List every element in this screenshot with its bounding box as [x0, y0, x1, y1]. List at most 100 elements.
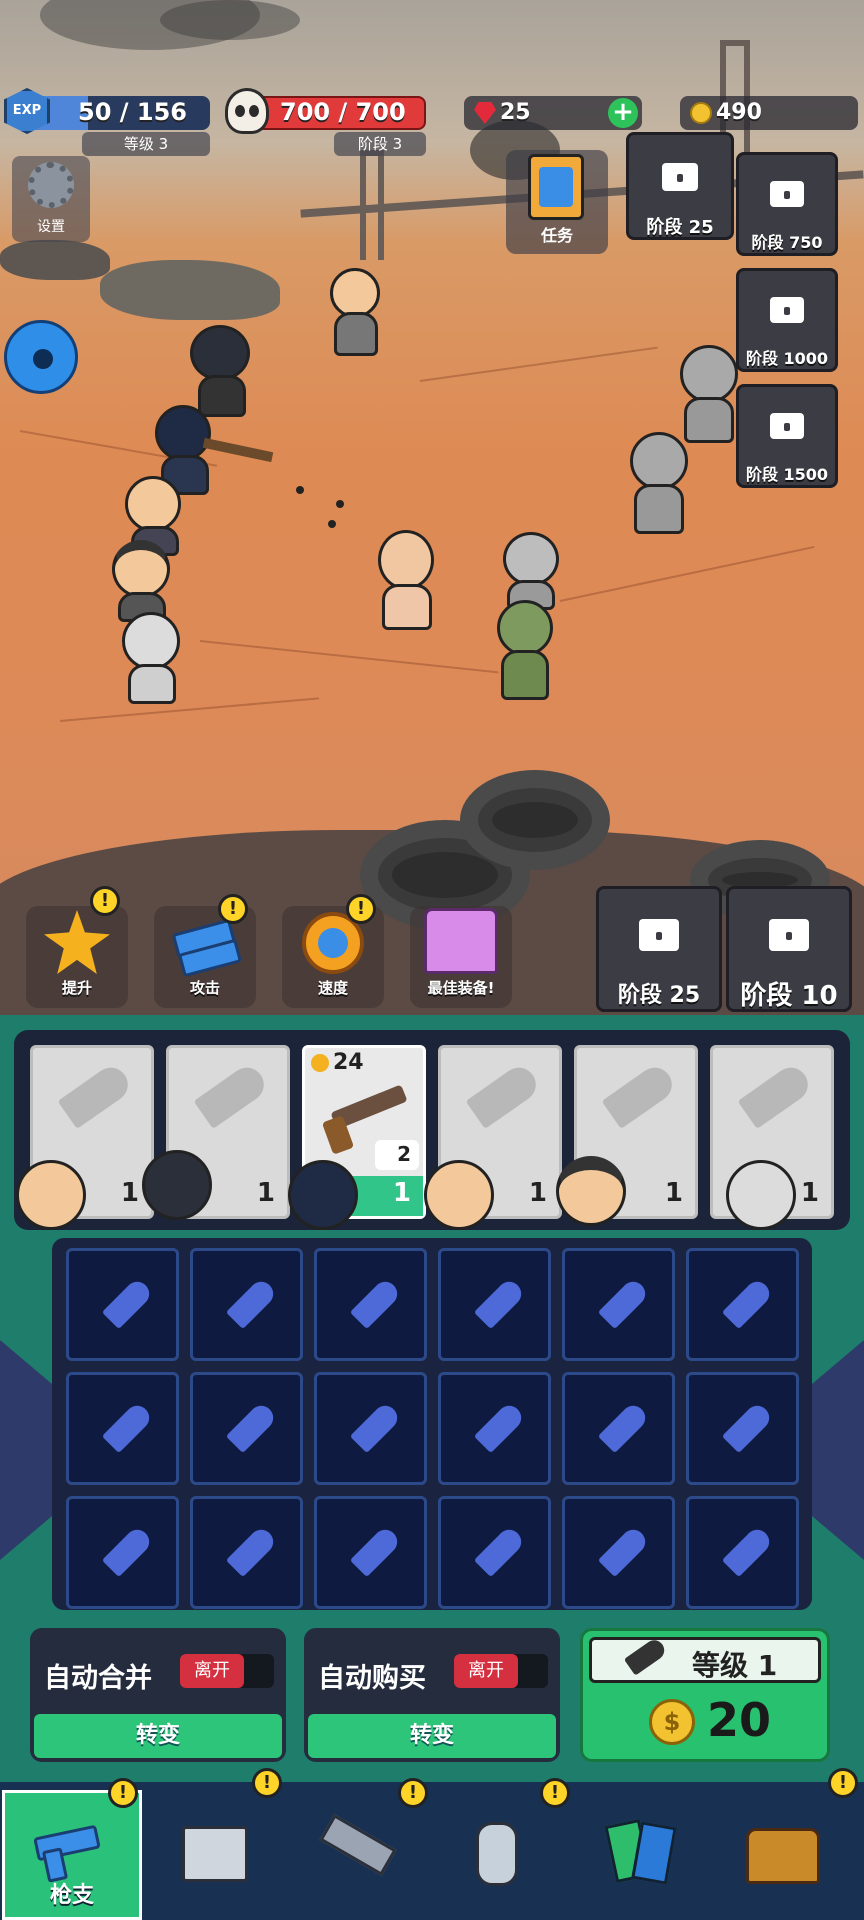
- bullet-trail: [296, 486, 304, 494]
- nav-workshop[interactable]: [144, 1790, 284, 1920]
- nav-guns-alert-icon: !: [108, 1778, 138, 1808]
- buy-level-plate: 等级 1: [589, 1636, 821, 1683]
- eye-icon: [33, 349, 53, 369]
- avatar-beret: [556, 1156, 626, 1226]
- merge-cell[interactable]: [190, 1372, 303, 1485]
- merge-cell[interactable]: [438, 1496, 551, 1609]
- lock-icon: [769, 919, 809, 951]
- wreck-car: [100, 260, 280, 320]
- locked-stage-25-top[interactable]: 阶段 25: [626, 132, 734, 240]
- workbench-icon: [182, 1826, 248, 1882]
- merge-cell[interactable]: [438, 1372, 551, 1485]
- nav-guns[interactable]: 枪支: [2, 1790, 142, 1920]
- locked-stage-25-bottom[interactable]: 阶段 25: [596, 886, 722, 1012]
- merge-cell[interactable]: [562, 1372, 675, 1485]
- buy-weapon-button[interactable]: 等级 1 $ 20: [580, 1628, 830, 1762]
- nav-satellite[interactable]: [286, 1790, 426, 1920]
- coin-icon: $: [649, 1699, 695, 1745]
- upgrade-button[interactable]: 提升: [26, 906, 128, 1008]
- chest-icon: [746, 1828, 820, 1884]
- merge-cell[interactable]: [314, 1496, 427, 1609]
- merge-cell[interactable]: [562, 1248, 675, 1361]
- checklist-icon: [528, 154, 584, 220]
- gem-value: 25: [500, 100, 531, 125]
- bullet-icon: [193, 1060, 271, 1130]
- merge-cell[interactable]: [686, 1496, 799, 1609]
- auto-merge-toggle[interactable]: 离开: [180, 1654, 274, 1688]
- buy-level: 等级 1: [692, 1649, 778, 1682]
- bullet-trail: [328, 520, 336, 528]
- nav-guns-label: 枪支: [49, 1883, 94, 1908]
- nav-dogtags-alert-icon: !: [540, 1778, 570, 1808]
- merge-cell[interactable]: [66, 1372, 179, 1485]
- bullet-trail: [336, 500, 344, 508]
- settings-label: 设置: [37, 219, 65, 235]
- weapon-level-badge: 2: [375, 1140, 419, 1170]
- bullet-icon: [737, 1060, 815, 1130]
- tasks-label: 任务: [540, 226, 573, 245]
- merge-cell[interactable]: [686, 1248, 799, 1361]
- nav-chest[interactable]: [712, 1790, 852, 1920]
- nav-cards[interactable]: [570, 1790, 710, 1920]
- auto-merge-switch-button[interactable]: 转变: [34, 1714, 282, 1758]
- ground-crack: [59, 697, 320, 722]
- lock-icon: [770, 181, 804, 207]
- add-gems-button[interactable]: +: [608, 98, 638, 128]
- merge-cell[interactable]: [562, 1496, 675, 1609]
- merge-cell[interactable]: [66, 1248, 179, 1361]
- merge-cell[interactable]: [314, 1372, 427, 1485]
- bullet-icon: [601, 1060, 679, 1130]
- best-gear-button[interactable]: 最佳装备!: [410, 906, 512, 1008]
- merge-cell[interactable]: [314, 1248, 427, 1361]
- speed-alert-icon: !: [346, 894, 376, 924]
- hp-value: 700 / 700: [280, 98, 406, 126]
- avatar-swat: [142, 1150, 212, 1220]
- merge-cell[interactable]: [438, 1248, 551, 1361]
- lock-icon: [770, 413, 804, 439]
- treasure-chest-icon: [424, 908, 498, 974]
- stage-label: 阶段 3: [334, 132, 426, 156]
- locked-stage-1000[interactable]: 阶段 1000: [736, 268, 838, 372]
- weapon-power: 24: [333, 1050, 364, 1075]
- attack-alert-icon: !: [218, 894, 248, 924]
- ground-crack: [559, 545, 815, 602]
- avatar-camo: [726, 1160, 796, 1230]
- locked-stage-1500[interactable]: 阶段 1500: [736, 384, 838, 488]
- locked-stage-10[interactable]: 阶段 10: [726, 886, 852, 1012]
- merge-cell[interactable]: [190, 1248, 303, 1361]
- lock-icon: [639, 919, 679, 951]
- nav-dogtags[interactable]: [428, 1790, 568, 1920]
- power-icon: [311, 1054, 329, 1072]
- avatar-agent: [16, 1160, 86, 1230]
- nav-satellite-alert-icon: !: [398, 1778, 428, 1808]
- tasks-button[interactable]: 任务: [506, 150, 608, 254]
- debris: [0, 240, 110, 280]
- auto-buy-toggle[interactable]: 离开: [454, 1654, 548, 1688]
- locked-stage-750[interactable]: 阶段 750: [736, 152, 838, 256]
- ground-crack: [419, 346, 658, 382]
- nav-workshop-alert-icon: !: [252, 1768, 282, 1798]
- merge-cell[interactable]: [66, 1496, 179, 1609]
- auto-merge-label: 自动合并: [44, 1663, 152, 1694]
- tire: [460, 770, 610, 870]
- merge-cell[interactable]: [190, 1496, 303, 1609]
- merge-cell[interactable]: [686, 1372, 799, 1485]
- avatar-nightvision: [424, 1160, 494, 1230]
- lock-icon: [770, 297, 804, 323]
- exp-value: 50 / 156: [78, 98, 187, 126]
- auto-buy-panel: 自动购买 离开 转变: [304, 1628, 560, 1762]
- auto-merge-panel: 自动合并 离开 转变: [30, 1628, 286, 1762]
- nav-chest-alert-icon: !: [828, 1768, 858, 1798]
- avatar-gunner: [288, 1160, 358, 1230]
- smoke-cloud: [160, 0, 300, 40]
- coin-value: 490: [716, 100, 762, 125]
- camera-button[interactable]: [4, 320, 78, 394]
- buy-cost: 20: [707, 1693, 772, 1747]
- bullet-icon: [465, 1060, 543, 1130]
- player-level: 等级 3: [82, 132, 210, 156]
- settings-button[interactable]: 设置: [12, 156, 90, 242]
- ground-crack: [199, 640, 499, 674]
- auto-buy-switch-button[interactable]: 转变: [308, 1714, 556, 1758]
- auto-buy-label: 自动购买: [318, 1663, 426, 1694]
- lock-icon: [662, 163, 698, 191]
